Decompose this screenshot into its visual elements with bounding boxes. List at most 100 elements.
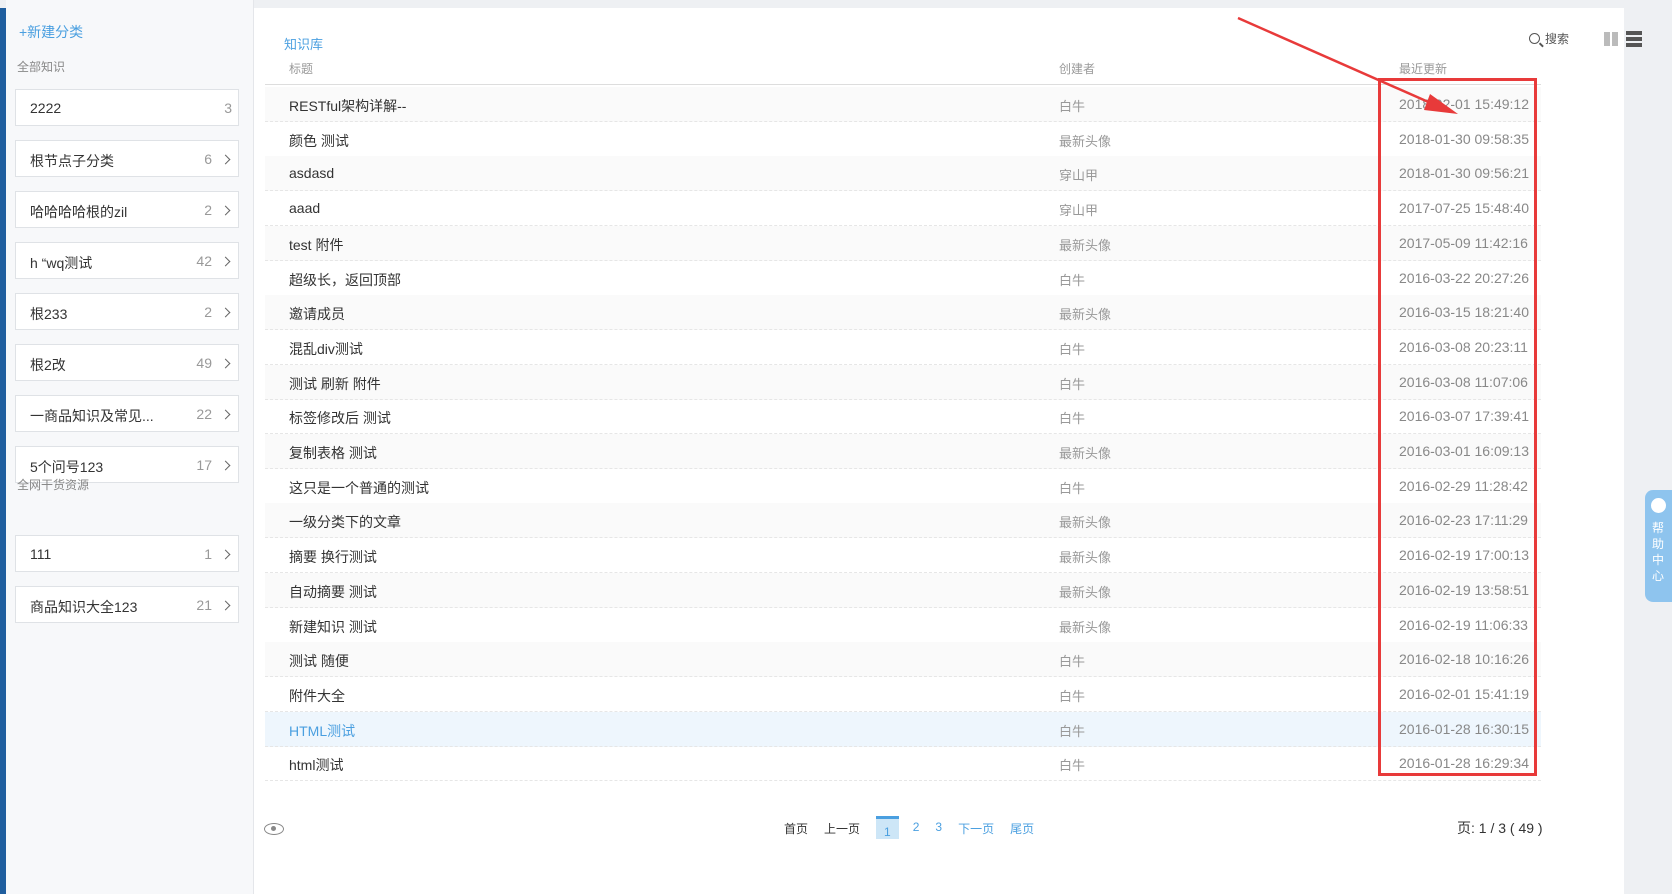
section-title-all-knowledge: 全部知识 — [17, 60, 66, 74]
row-creator: 白牛 — [1059, 341, 1086, 357]
category-item[interactable]: 根节点子分类 6 — [15, 140, 239, 177]
row-creator: 白牛 — [1059, 411, 1086, 427]
category-item[interactable]: 哈哈哈哈根的zil 2 — [15, 191, 239, 228]
row-title[interactable]: 超级长，返回顶部 — [289, 270, 401, 290]
page-number[interactable]: 3 — [935, 820, 942, 834]
row-title[interactable]: 颜色 测试 — [289, 131, 349, 151]
row-creator: 最新头像 — [1059, 584, 1112, 600]
row-title[interactable]: 测试 刷新 附件 — [289, 374, 381, 394]
table-row[interactable]: RESTful架构详解-- 白牛 2018-02-01 15:49:12 — [265, 87, 1541, 122]
category-item[interactable]: 根233 2 — [15, 293, 239, 330]
row-updated-date: 2016-02-19 11:06:33 — [1399, 616, 1528, 633]
category-name: 111 — [30, 546, 52, 562]
row-creator: 穿山甲 — [1059, 203, 1099, 219]
table-row[interactable]: 测试 刷新 附件 白牛 2016-03-08 11:07:06 — [265, 364, 1541, 400]
row-title[interactable]: aaad — [289, 200, 320, 216]
category-name: 商品知识大全123 — [30, 599, 138, 615]
table-row[interactable]: aaad 穿山甲 2017-07-25 15:48:40 — [265, 191, 1541, 227]
table-row[interactable]: 复制表格 测试 最新头像 2016-03-01 16:09:13 — [265, 434, 1541, 469]
row-creator: 白牛 — [1059, 272, 1086, 288]
table-row[interactable]: test 附件 最新头像 2017-05-09 11:42:16 — [265, 225, 1541, 261]
table-row[interactable]: 测试 随便 白牛 2016-02-18 10:16:26 — [265, 642, 1541, 678]
column-header-updated[interactable]: 最近更新 — [1399, 60, 1447, 77]
row-title[interactable]: 摘要 换行测试 — [289, 547, 377, 567]
sidebar: +新建分类 全部知识 2222 3 根节点子分类 6 哈哈哈哈根的zil 2 h “wq测试… — [6, 0, 254, 894]
page-info: 页: 1 / 3 ( 49 ) — [1457, 820, 1543, 836]
row-title[interactable]: RESTful架构详解-- — [289, 96, 406, 116]
column-header-title[interactable]: 标题 — [289, 60, 313, 77]
row-updated-date: 2017-05-09 11:42:16 — [1399, 234, 1528, 251]
prev-page-link[interactable]: 上一页 — [824, 820, 860, 837]
row-title[interactable]: 这只是一个普通的测试 — [289, 478, 429, 498]
row-title[interactable]: 附件大全 — [289, 686, 345, 706]
row-title[interactable]: 复制表格 测试 — [289, 443, 377, 463]
row-title[interactable]: html测试 — [289, 755, 343, 775]
new-category-button[interactable]: +新建分类 — [19, 22, 83, 42]
row-title[interactable]: 标签修改后 测试 — [289, 408, 391, 428]
table-row[interactable]: 这只是一个普通的测试 白牛 2016-02-29 11:28:42 — [265, 469, 1541, 504]
table-row[interactable]: 一级分类下的文章 最新头像 2016-02-23 17:11:29 — [265, 503, 1541, 539]
table-row[interactable]: 摘要 换行测试 最新头像 2016-02-19 17:00:13 — [265, 538, 1541, 574]
row-title[interactable]: test 附件 — [289, 235, 343, 255]
row-updated-date: 2016-03-15 18:21:40 — [1399, 304, 1529, 321]
row-title[interactable]: 新建知识 测试 — [289, 617, 377, 637]
next-page-link[interactable]: 下一页 — [958, 820, 994, 837]
row-creator: 最新头像 — [1059, 133, 1112, 149]
last-page-link[interactable]: 尾页 — [1010, 820, 1034, 837]
page-number-current[interactable]: 1 — [876, 816, 899, 839]
eye-icon[interactable] — [264, 823, 284, 835]
table-row[interactable]: html测试 白牛 2016-01-28 16:29:34 — [265, 746, 1541, 782]
search-button[interactable]: 搜索 — [1529, 30, 1569, 47]
category-item[interactable]: 商品知识大全123 21 — [15, 586, 239, 623]
pagination: 首页 上一页 1 2 3 下一页 尾页 — [784, 816, 1050, 839]
table-row[interactable]: 附件大全 白牛 2016-02-01 15:41:19 — [265, 677, 1541, 712]
category-name: 根节点子分类 — [30, 153, 114, 169]
row-updated-date: 2018-01-30 09:56:21 — [1399, 165, 1529, 182]
grid-view-icon[interactable] — [1604, 32, 1618, 46]
category-item[interactable]: 一商品知识及常见... 22 — [15, 395, 239, 432]
category-count: 3 — [224, 100, 232, 116]
row-title[interactable]: 自动摘要 测试 — [289, 582, 377, 602]
category-item[interactable]: 2222 3 — [15, 89, 239, 126]
table-row[interactable]: 新建知识 测试 最新头像 2016-02-19 11:06:33 — [265, 608, 1541, 643]
row-creator: 最新头像 — [1059, 237, 1112, 253]
row-updated-date: 2016-02-19 17:00:13 — [1399, 547, 1529, 564]
help-center-tab[interactable]: 帮助中心 — [1645, 490, 1672, 602]
table-row[interactable]: 标签修改后 测试 白牛 2016-03-07 17:39:41 — [265, 399, 1541, 435]
table-row[interactable]: 颜色 测试 最新头像 2018-01-30 09:58:35 — [265, 122, 1541, 157]
row-creator: 白牛 — [1059, 99, 1086, 114]
table-row[interactable]: asdasd 穿山甲 2018-01-30 09:56:21 — [265, 156, 1541, 192]
category-name: h “wq测试 — [30, 255, 93, 271]
category-item[interactable]: 根2改 49 — [15, 344, 239, 381]
table-row[interactable]: 邀请成员 最新头像 2016-03-15 18:21:40 — [265, 295, 1541, 331]
main-panel: 知识库 搜索 标题 创建者 最近更新 RESTful架构详解-- 白牛 2018-0… — [254, 8, 1642, 894]
table-row[interactable]: HTML测试 白牛 2016-01-28 16:30:15 — [265, 711, 1541, 747]
table-row[interactable]: 自动摘要 测试 最新头像 2016-02-19 13:58:51 — [265, 572, 1541, 608]
row-creator: 白牛 — [1059, 688, 1086, 704]
first-page-link[interactable]: 首页 — [784, 820, 808, 837]
row-creator: 白牛 — [1059, 654, 1086, 670]
row-title[interactable]: 邀请成员 — [289, 304, 345, 324]
section-title-resources: 全网干货资源 — [17, 478, 90, 492]
row-updated-date: 2016-03-08 20:23:11 — [1399, 338, 1528, 355]
search-label: 搜索 — [1545, 32, 1570, 46]
row-title[interactable]: HTML测试 — [289, 721, 355, 741]
category-item[interactable]: 111 1 — [15, 535, 239, 572]
table-row[interactable]: 超级长，返回顶部 白牛 2016-03-22 20:27:26 — [265, 261, 1541, 296]
row-updated-date: 2016-01-28 16:30:15 — [1399, 720, 1529, 737]
row-title[interactable]: 一级分类下的文章 — [289, 512, 401, 532]
row-title[interactable]: 测试 随便 — [289, 651, 349, 671]
page-title[interactable]: 知识库 — [284, 34, 323, 53]
column-header-creator[interactable]: 创建者 — [1059, 60, 1095, 77]
category-item[interactable]: h “wq测试 42 — [15, 242, 239, 279]
table-row[interactable]: 混乱div测试 白牛 2016-03-08 20:23:11 — [265, 330, 1541, 365]
row-title[interactable]: asdasd — [289, 165, 334, 181]
category-count: 21 — [196, 597, 212, 613]
chevron-right-icon — [220, 307, 231, 318]
row-updated-date: 2017-07-25 15:48:40 — [1399, 200, 1529, 217]
row-title[interactable]: 混乱div测试 — [289, 339, 363, 359]
page-number[interactable]: 2 — [913, 820, 920, 834]
category-count: 17 — [196, 457, 212, 473]
help-center-label: 帮助中心 — [1652, 521, 1665, 583]
list-view-icon[interactable] — [1626, 31, 1642, 47]
